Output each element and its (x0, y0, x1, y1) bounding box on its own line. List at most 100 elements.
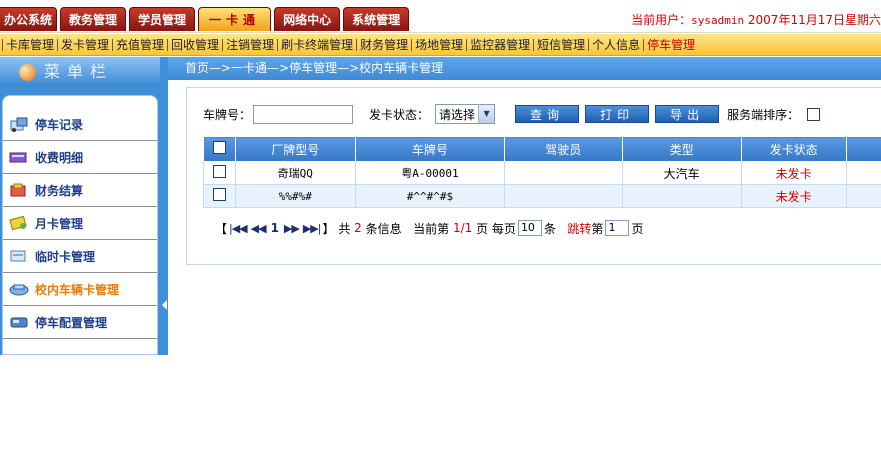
vehicle-card-table: 厂牌型号 车牌号 驾驶员 类型 发卡状态 奇瑞QQ 粤A-00001 大汽车 未… (203, 136, 881, 208)
current-page-link[interactable]: 1 (271, 221, 279, 235)
sidebar-item-temporary-card[interactable]: 临时卡管理 (3, 240, 157, 273)
query-panel: 车牌号： 发卡状态： 请选择 ▼ 查询 打印 导出 服务端排序： 厂牌型号 车牌… (186, 87, 881, 265)
finance-icon (10, 183, 26, 197)
cell-plate: 粤A-00001 (354, 161, 505, 185)
temp-card-icon (10, 250, 26, 262)
per-page-prefix: 每页 (491, 221, 516, 236)
cell-model: %%#%# (234, 184, 356, 208)
tab-student-management[interactable]: 学员管理 (129, 7, 196, 31)
tab-one-card[interactable]: 一卡通 (198, 7, 272, 31)
monthly-card-icon (9, 215, 27, 231)
submenu-recharge[interactable]: 充值管理 (112, 38, 167, 51)
app-window: 办公系统 教务管理 学员管理 一卡通 网络中心 系统管理 当前用户：sysadm… (0, 0, 881, 355)
query-button[interactable]: 查询 (515, 105, 580, 123)
sidebar-item-campus-vehicle-card[interactable]: 校内车辆卡管理 (3, 273, 157, 306)
submenu-finance[interactable]: 财务管理 (356, 38, 411, 51)
submenu-card-issuing[interactable]: 发卡管理 (57, 38, 112, 51)
column-header-model[interactable]: 厂牌型号 (234, 136, 356, 162)
sidebar-item-finance-settlement[interactable]: 财务结算 (3, 174, 157, 207)
sidebar-title: 菜单栏 (44, 62, 114, 81)
jump-prefix: 第 (591, 221, 604, 236)
page-prefix: 当前第 (413, 221, 450, 236)
select-all-cell (203, 136, 236, 162)
submenu-parking[interactable]: 停车管理 (643, 38, 698, 51)
sidebar-item-parking-config[interactable]: 停车配置管理 (3, 306, 157, 339)
row-select-cell (203, 161, 236, 185)
submenu-recycle[interactable]: 回收管理 (167, 38, 222, 51)
jump-suffix: 页 (631, 221, 644, 236)
export-button[interactable]: 导出 (655, 105, 720, 123)
cell-driver (503, 184, 623, 208)
sidebar-item-label: 财务结算 (35, 183, 84, 198)
server-sort-checkbox[interactable] (807, 107, 821, 121)
current-date: 2007年11月17日星期六 (747, 13, 881, 27)
next-page-icon[interactable]: ▶▶ (284, 222, 300, 235)
pager-close-bracket: 】 (322, 221, 335, 236)
jump-link[interactable]: 跳转 (567, 220, 591, 237)
sidebar-item-monthly-card[interactable]: 月卡管理 (3, 207, 157, 240)
table-row[interactable]: %%#%# #^^#^#$ 未发卡 (203, 184, 881, 208)
cell-type (621, 184, 742, 208)
jump-page-input[interactable]: 1 (605, 220, 630, 236)
sub-menu-bar: 卡库管理 发卡管理 充值管理 回收管理 注销管理 刷卡终端管理 财务管理 场地管… (0, 34, 881, 56)
tab-academic-affairs[interactable]: 教务管理 (60, 7, 127, 31)
submenu-cancellation[interactable]: 注销管理 (222, 38, 277, 51)
tab-system-management[interactable]: 系统管理 (343, 7, 410, 31)
sidebar-item-label: 停车配置管理 (35, 315, 108, 330)
select-all-checkbox[interactable] (212, 141, 226, 154)
plate-number-input[interactable] (253, 104, 354, 124)
top-tabs: 办公系统 教务管理 学员管理 一卡通 网络中心 系统管理 (0, 7, 412, 31)
page-suffix: 页 (476, 221, 489, 236)
sidebar-header: 菜单栏 (0, 57, 168, 87)
prev-page-icon[interactable]: ◀◀ (251, 222, 267, 235)
top-nav-bar: 办公系统 教务管理 学员管理 一卡通 网络中心 系统管理 当前用户：sysadm… (0, 0, 881, 33)
submenu-terminal[interactable]: 刷卡终端管理 (277, 38, 356, 51)
main-content: 首页—>一卡通—>停车管理—>校内车辆卡管理 车牌号： 发卡状态： 请选择 ▼ … (168, 57, 881, 355)
card-status-select[interactable]: 请选择 ▼ (435, 104, 496, 124)
tab-office-system[interactable]: 办公系统 (0, 7, 58, 31)
page-indicator: 1/1 (452, 221, 473, 235)
plate-number-label: 车牌号： (203, 107, 252, 122)
card-status-label: 发卡状态： (369, 107, 430, 122)
fee-detail-icon (9, 152, 27, 163)
cell-type: 大汽车 (621, 161, 742, 185)
tab-network-center[interactable]: 网络中心 (274, 7, 341, 31)
column-header-status[interactable]: 发卡状态 (740, 136, 847, 162)
sidebar-menu-panel: 停车记录 收费明细 财务结算 月卡管理 临时卡管理 校内车辆卡管理 停车配置管理 (2, 95, 158, 355)
submenu-personal-info[interactable]: 个人信息 (588, 38, 643, 51)
first-page-icon[interactable]: |◀◀ (229, 222, 248, 235)
total-suffix: 条信息 (365, 221, 402, 236)
submenu-venue[interactable]: 场地管理 (411, 38, 466, 51)
menu-globe-icon (19, 64, 36, 81)
parking-config-icon (10, 317, 28, 328)
sidebar-collapse-handle[interactable] (160, 57, 168, 355)
table-header-row: 厂牌型号 车牌号 驾驶员 类型 发卡状态 (203, 136, 881, 162)
collapse-arrow-icon[interactable] (162, 300, 167, 310)
submenu-sms[interactable]: 短信管理 (533, 38, 588, 51)
column-header-plate[interactable]: 车牌号 (354, 136, 505, 162)
search-bar: 车牌号： 发卡状态： 请选择 ▼ 查询 打印 导出 服务端排序： (203, 104, 821, 124)
sidebar-item-fee-details[interactable]: 收费明细 (3, 141, 157, 174)
current-user-prefix: 当前用户： (631, 13, 692, 27)
cell-status: 未发卡 (740, 161, 847, 185)
cell-model: 奇瑞QQ (234, 161, 356, 185)
column-header-driver[interactable]: 驾驶员 (503, 136, 623, 162)
row-checkbox[interactable] (212, 188, 226, 201)
print-button[interactable]: 打印 (585, 105, 650, 123)
cell-extra (845, 184, 881, 208)
submenu-card-library[interactable]: 卡库管理 (2, 38, 57, 51)
current-user-name: sysadmin (691, 14, 745, 27)
chevron-down-icon[interactable]: ▼ (478, 105, 495, 123)
current-user-info: 当前用户：sysadmin 2007年11月17日星期六 (631, 11, 881, 28)
sidebar-item-parking-records[interactable]: 停车记录 (3, 108, 157, 141)
last-page-icon[interactable]: ▶▶| (303, 222, 322, 235)
per-page-input[interactable]: 10 (517, 220, 542, 236)
submenu-monitor[interactable]: 监控器管理 (466, 38, 533, 51)
table-row[interactable]: 奇瑞QQ 粤A-00001 大汽车 未发卡 (203, 161, 881, 185)
car-record-icon (10, 117, 28, 132)
breadcrumb: 首页—>一卡通—>停车管理—>校内车辆卡管理 (168, 57, 881, 80)
pagination-bar: 【 |◀◀ ◀◀ 1 ▶▶ ▶▶| 】 共 2 条信息 当前第 1/1 页 每页… (215, 218, 643, 238)
column-header-type[interactable]: 类型 (621, 136, 742, 162)
cell-driver (503, 161, 623, 185)
row-checkbox[interactable] (212, 165, 226, 178)
